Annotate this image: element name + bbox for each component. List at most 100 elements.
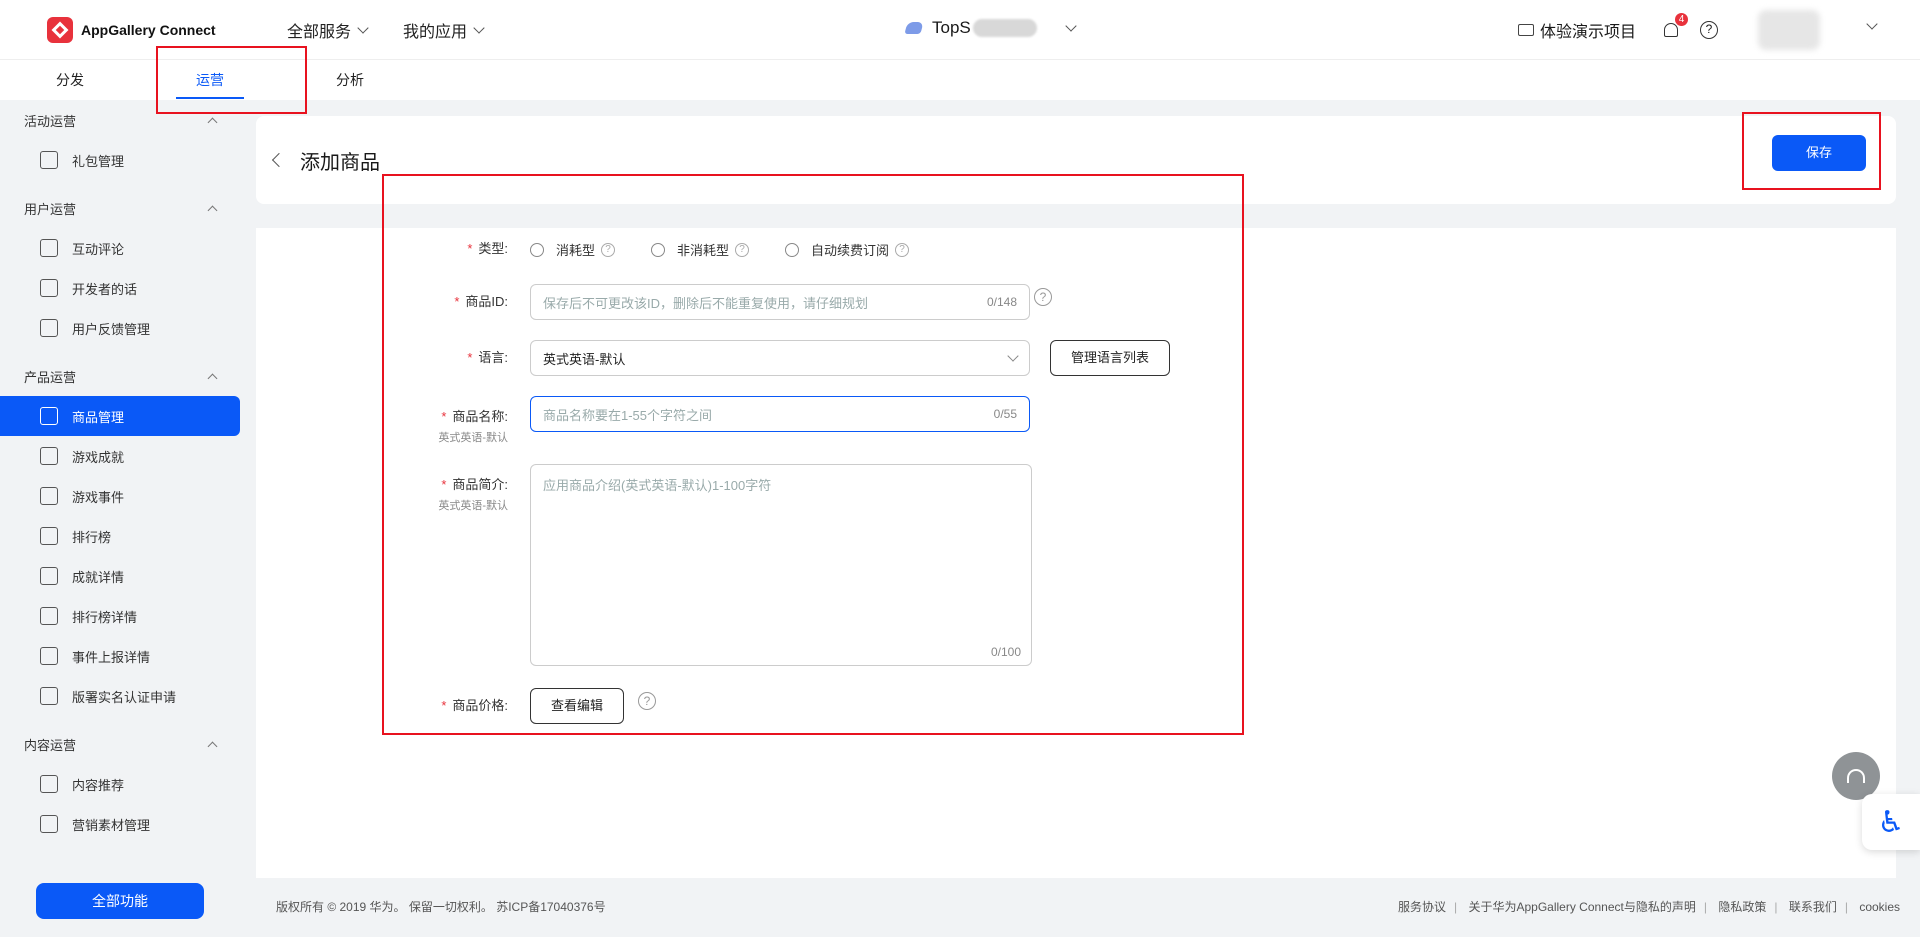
sidebar-item[interactable]: 开发者的话 [0, 268, 240, 308]
price-label: * 商品价格: [441, 698, 508, 713]
help-icon[interactable]: ? [638, 692, 657, 710]
sidebar-item[interactable]: 商品管理 [0, 396, 240, 436]
id-card-icon [40, 687, 58, 705]
app-switcher[interactable]: TopS [904, 18, 1077, 38]
footer-links: 服务协议 | 关于华为AppGallery Connect与隐私的声明 | 隐私政策… [1397, 900, 1900, 914]
headset-icon [1847, 769, 1865, 783]
brand-logo[interactable]: AppGallery Connect [47, 16, 287, 43]
sidebar-group-label: 用户运营 [24, 201, 77, 217]
accessibility-button[interactable]: ♿ [1862, 794, 1920, 850]
sidebar-group-label: 产品运营 [24, 369, 77, 385]
product-name-row: * 商品名称: 英式英语-默认 商品名称要在1-55个字符之间 0/55 [256, 396, 1030, 445]
sidebar-item[interactable]: 互动评论 [0, 228, 240, 268]
type-label: * 类型: [467, 241, 508, 256]
type-subscription-radio[interactable]: 自动续费订阅? [785, 240, 910, 259]
sidebar-item-label: 礼包管理 [72, 153, 125, 169]
chevron-up-icon [207, 373, 218, 383]
marketing-icon [40, 815, 58, 833]
all-functions-button[interactable]: 全部功能 [36, 883, 204, 919]
tab-distribution[interactable]: 分发 [0, 60, 140, 100]
demo-label: 体验演示项目 [1539, 24, 1636, 41]
notification-badge: 4 [1675, 13, 1688, 26]
sidebar-item[interactable]: 礼包管理 [0, 140, 240, 180]
chevron-up-icon [207, 741, 218, 751]
language-row: * 语言: 英式英语-默认 管理语言列表 [256, 340, 1171, 376]
tab-analytics[interactable]: 分析 [280, 60, 420, 100]
app-name-redacted [972, 19, 1037, 37]
leaderboard-detail-icon [40, 607, 58, 625]
my-apps-menu[interactable]: 我的应用 [403, 18, 485, 42]
sidebar-item[interactable]: 内容推荐 [0, 764, 240, 804]
sidebar-item-label: 营销素材管理 [72, 817, 151, 833]
manage-languages-button[interactable]: 管理语言列表 [1050, 340, 1171, 376]
sidebar-group-label: 内容运营 [24, 737, 77, 753]
avatar[interactable] [1758, 10, 1820, 50]
back-icon[interactable] [271, 152, 287, 168]
gift-icon [40, 151, 58, 169]
page-header: 添加商品 保存 [256, 116, 1896, 204]
chevron-down-icon [357, 21, 369, 34]
product-name-input[interactable]: 商品名称要在1-55个字符之间 0/55 [530, 396, 1030, 432]
help-icon[interactable]: ? [895, 242, 910, 257]
feedback-icon [40, 319, 58, 337]
sidebar-item[interactable]: 游戏事件 [0, 476, 240, 516]
sidebar-item-label: 成就详情 [72, 569, 125, 585]
developer-note-icon [40, 279, 58, 297]
footer: 版权所有 © 2019 华为。 保留一切权利。 苏ICP备17040376号 服… [276, 898, 1900, 915]
chevron-down-icon [1007, 350, 1019, 362]
sidebar-item-label: 游戏成就 [72, 449, 125, 465]
footer-link-contact[interactable]: 联系我们 [1789, 900, 1837, 914]
sidebar-item[interactable]: 排行榜 [0, 516, 240, 556]
product-name-placeholder: 商品名称要在1-55个字符之间 [543, 407, 713, 423]
product-id-count: 0/148 [986, 295, 1017, 309]
customer-service-button[interactable] [1832, 752, 1880, 800]
sidebar-group-title[interactable]: 内容运营 [0, 724, 240, 764]
page-title: 添加商品 [300, 151, 380, 174]
accessibility-icon: ♿ [1877, 805, 1905, 839]
app-icon [904, 22, 924, 34]
sidebar-group-title[interactable]: 活动运营 [0, 100, 240, 140]
sidebar-item[interactable]: 营销素材管理 [0, 804, 240, 844]
sidebar-item[interactable]: 排行榜详情 [0, 596, 240, 636]
sidebar-group-title[interactable]: 产品运营 [0, 356, 240, 396]
footer-link-terms[interactable]: 服务协议 [1398, 900, 1446, 914]
product-desc-label: * 商品简介: 英式英语-默认 [438, 477, 508, 512]
save-button[interactable]: 保存 [1772, 135, 1866, 171]
view-edit-price-button[interactable]: 查看编辑 [530, 688, 625, 724]
achievement-detail-icon [40, 567, 58, 585]
product-desc-row: * 商品简介: 英式英语-默认 应用商品介绍(英式英语-默认)1-100字符 0/1… [256, 464, 1032, 666]
chevron-down-icon [1065, 20, 1077, 32]
sidebar-item[interactable]: 版署实名认证申请 [0, 676, 240, 716]
all-services-menu[interactable]: 全部服务 [287, 18, 369, 42]
sidebar-item[interactable]: 用户反馈管理 [0, 308, 240, 348]
sidebar-item-label: 游戏事件 [72, 489, 125, 505]
event-icon [40, 487, 58, 505]
help-icon[interactable]: ? [1034, 288, 1052, 306]
footer-link-cookies[interactable]: cookies [1859, 900, 1900, 914]
notification-button[interactable]: 4 [1662, 13, 1688, 39]
recommend-icon [40, 775, 58, 793]
demo-project-link[interactable]: 体验演示项目 [1517, 18, 1636, 42]
sidebar-group-label: 活动运营 [24, 113, 77, 129]
sidebar-item-label: 用户反馈管理 [72, 321, 151, 337]
footer-link-privacy-policy[interactable]: 隐私政策 [1718, 900, 1766, 914]
chevron-down-icon [473, 21, 485, 34]
tab-operations[interactable]: 运营 [140, 60, 280, 100]
event-report-icon [40, 647, 58, 665]
chevron-up-icon [207, 117, 218, 127]
sidebar-item[interactable]: 成就详情 [0, 556, 240, 596]
language-select[interactable]: 英式英语-默认 [530, 340, 1030, 376]
type-non-consumable-radio[interactable]: 非消耗型? [651, 240, 750, 259]
sidebar-item[interactable]: 游戏成就 [0, 436, 240, 476]
help-icon[interactable]: ? [1700, 21, 1718, 39]
product-id-label: * 商品ID: [454, 294, 508, 309]
product-desc-count: 0/100 [990, 645, 1021, 659]
help-icon[interactable]: ? [601, 242, 616, 257]
product-id-input[interactable]: 保存后不可更改该ID，删除后不能重复使用，请仔细规划 0/148 [530, 284, 1030, 320]
type-consumable-radio[interactable]: 消耗型? [530, 240, 616, 259]
help-icon[interactable]: ? [735, 242, 750, 257]
footer-link-privacy-statement[interactable]: 关于华为AppGallery Connect与隐私的声明 [1468, 900, 1695, 914]
product-desc-textarea[interactable]: 应用商品介绍(英式英语-默认)1-100字符 0/100 [530, 464, 1032, 666]
sidebar-item[interactable]: 事件上报详情 [0, 636, 240, 676]
sidebar-group-title[interactable]: 用户运营 [0, 188, 240, 228]
